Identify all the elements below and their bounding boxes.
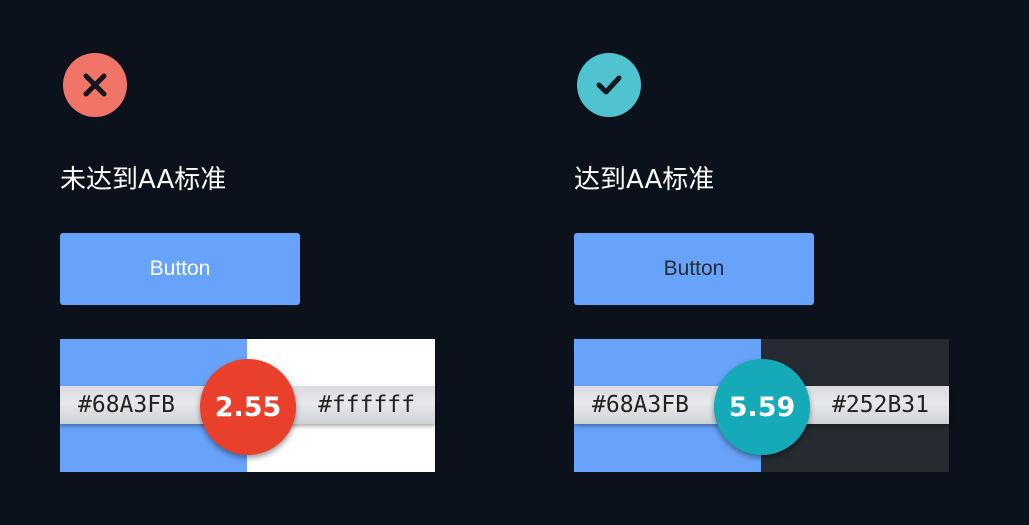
x-icon: [63, 53, 127, 117]
fail-verdict-label: 未达到AA标准: [60, 165, 227, 195]
pass-verdict-label: 达到AA标准: [574, 165, 715, 195]
fail-contrast-swatch: #68A3FB #ffffff 2.55: [60, 339, 435, 472]
background-color-code: #ffffff: [318, 392, 415, 418]
checkmark-icon: [577, 53, 641, 117]
foreground-color-code: #68A3FB: [78, 392, 175, 418]
pass-panel: 达到AA标准 Button #68A3FB #252B31 5.59: [574, 0, 994, 525]
foreground-color-code: #68A3FB: [592, 392, 689, 418]
contrast-comparison: 未达到AA标准 Button #68A3FB #ffffff 2.55 达到AA…: [0, 0, 1029, 525]
pass-contrast-swatch: #68A3FB #252B31 5.59: [574, 339, 949, 472]
fail-panel: 未达到AA标准 Button #68A3FB #ffffff 2.55: [60, 0, 480, 525]
contrast-ratio-badge: 2.55: [200, 359, 296, 455]
background-color-code: #252B31: [832, 392, 929, 418]
fail-sample-button[interactable]: Button: [60, 233, 300, 305]
contrast-ratio-badge: 5.59: [714, 359, 810, 455]
pass-sample-button[interactable]: Button: [574, 233, 814, 305]
